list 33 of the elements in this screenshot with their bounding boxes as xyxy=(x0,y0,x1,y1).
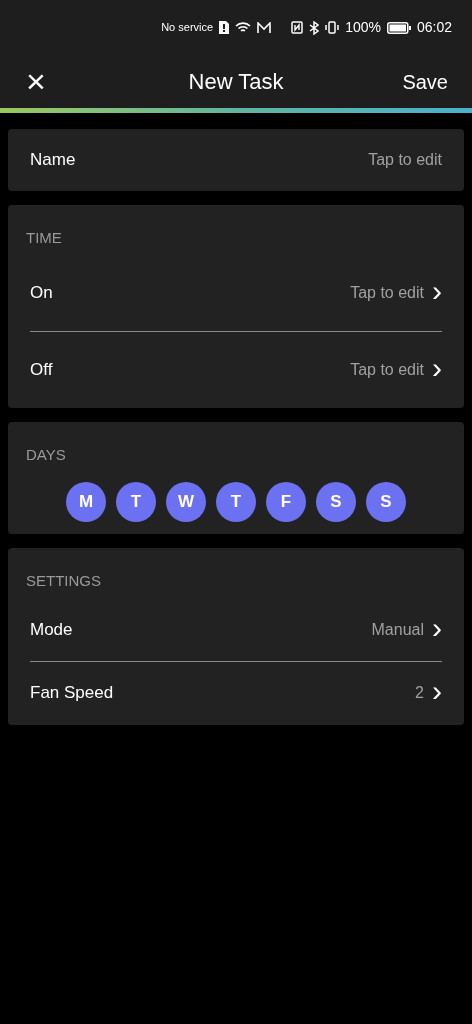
clock-text: 06:02 xyxy=(416,18,452,37)
vibrate-icon xyxy=(325,21,340,34)
day-toggle[interactable]: S xyxy=(316,482,356,522)
mail-icon xyxy=(257,21,272,34)
day-toggle[interactable]: S xyxy=(366,482,406,522)
row-value-button[interactable]: Tap to edit › xyxy=(350,280,442,306)
sim-alert-icon xyxy=(219,21,230,34)
day-toggle[interactable]: W xyxy=(166,482,206,522)
row-label: Off xyxy=(30,358,53,381)
row-label: Fan Speed xyxy=(30,682,114,705)
day-toggle[interactable]: M xyxy=(66,482,106,522)
row-value-button[interactable]: Tap to edit xyxy=(368,148,442,172)
wifi-icon xyxy=(235,21,252,34)
section-heading: TIME xyxy=(26,228,63,248)
section-heading: DAYS xyxy=(26,444,67,465)
row-value-button[interactable]: 2 › xyxy=(415,680,442,706)
page-title: New Task xyxy=(188,68,284,96)
row-label: Mode xyxy=(30,618,73,641)
battery-icon xyxy=(386,21,411,34)
nfc-icon xyxy=(291,21,304,34)
row-label: Name xyxy=(30,149,76,172)
row-value-button[interactable]: Tap to edit › xyxy=(350,356,442,383)
section-heading: SETTINGS xyxy=(26,571,102,591)
day-toggle[interactable]: T xyxy=(116,482,156,522)
row-label: On xyxy=(30,282,53,305)
close-button[interactable]: × xyxy=(24,63,48,98)
day-toggle[interactable]: T xyxy=(216,482,256,522)
day-toggle[interactable]: F xyxy=(266,482,306,522)
save-button[interactable]: Save xyxy=(402,66,448,97)
carrier-text: No service xyxy=(161,20,214,36)
battery-percent: 100% xyxy=(345,18,381,37)
row-value-button[interactable]: Manual › xyxy=(371,616,442,643)
bluetooth-icon xyxy=(309,20,320,35)
